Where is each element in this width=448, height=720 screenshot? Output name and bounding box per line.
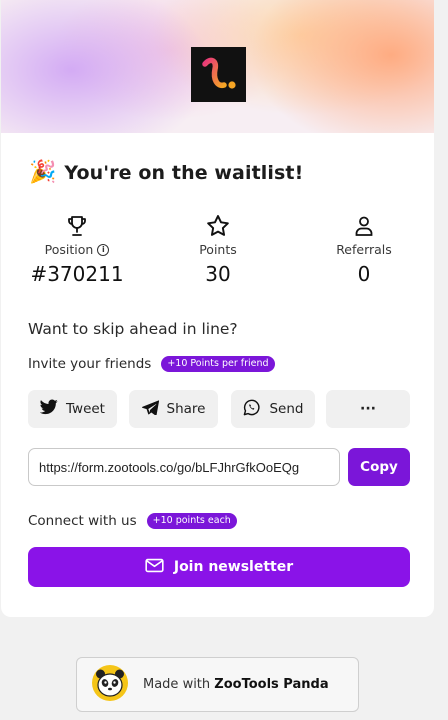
connect-label: Connect with us: [28, 513, 137, 529]
skip-heading: Want to skip ahead in line?: [28, 320, 238, 338]
waitlist-card: 🎉 You're on the waitlist! Position i #37…: [1, 0, 434, 617]
twitter-icon: [39, 399, 58, 419]
connect-row: Connect with us +10 points each: [28, 513, 237, 529]
copy-button[interactable]: Copy: [348, 448, 410, 486]
made-with-label: Made with: [143, 677, 211, 692]
points-badge: +10 Points per friend: [161, 356, 275, 372]
hero-banner: [1, 0, 434, 133]
stat-value: 0: [357, 262, 371, 286]
stat-points: Points 30: [148, 213, 288, 286]
telegram-icon: [141, 399, 159, 419]
info-icon[interactable]: i: [97, 243, 110, 256]
referral-link-input[interactable]: [28, 448, 340, 486]
stat-referrals: Referrals 0: [294, 213, 434, 286]
send-button[interactable]: Send: [231, 390, 315, 428]
title-row: 🎉 You're on the waitlist!: [29, 158, 303, 188]
more-icon: ···: [360, 401, 376, 417]
join-newsletter-button[interactable]: Join newsletter: [28, 547, 410, 587]
zootools-brand: ZooTools Panda: [214, 677, 329, 692]
stat-label: Points: [199, 242, 237, 257]
made-with-zootools-link[interactable]: Made with ZooTools Panda: [76, 657, 359, 712]
stat-value: #370211: [30, 262, 124, 286]
more-share-button[interactable]: ···: [326, 390, 410, 428]
invite-label: Invite your friends: [28, 356, 152, 372]
stat-label: Referrals: [336, 242, 392, 257]
panda-icon: [91, 664, 129, 706]
stat-value: 30: [205, 262, 231, 286]
share-button[interactable]: Share: [129, 390, 218, 428]
tweet-button[interactable]: Tweet: [28, 390, 117, 428]
stat-label: Position: [44, 242, 94, 257]
stat-position: Position i #370211: [7, 213, 147, 286]
party-popper-icon: 🎉: [29, 160, 57, 185]
trophy-icon: [7, 213, 147, 239]
brand-logo: [191, 47, 246, 102]
page-title: You're on the waitlist!: [64, 162, 304, 184]
whatsapp-icon: [242, 398, 261, 421]
user-icon: [294, 213, 434, 239]
points-badge: +10 points each: [146, 513, 237, 529]
invite-row: Invite your friends +10 Points per frien…: [28, 356, 275, 372]
star-icon: [148, 213, 288, 239]
mail-icon: [145, 558, 164, 577]
